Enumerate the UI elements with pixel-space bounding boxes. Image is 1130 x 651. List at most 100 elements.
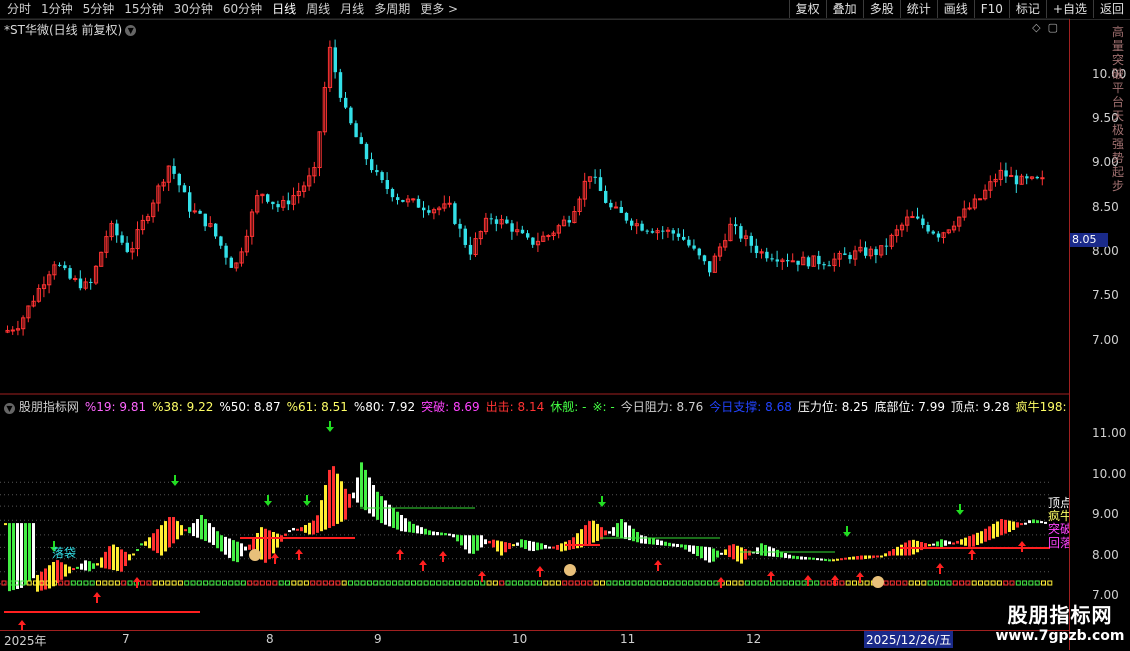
price-tick-label: 10.00: [1092, 67, 1127, 81]
indicator-bar: [776, 549, 779, 558]
candle-body: [604, 190, 608, 203]
watermark-logo: 股朋指标网 www.7gpzb.com: [995, 603, 1125, 644]
signal-square: [637, 580, 643, 586]
signal-square: [335, 580, 341, 586]
signal-square: [184, 580, 190, 586]
indicator-bar: [108, 546, 111, 570]
indicator-bar: [452, 534, 455, 538]
indicator-bar: [160, 525, 163, 556]
indicator-bar: [472, 535, 475, 554]
signal-square: [1015, 580, 1021, 586]
indicator-bar: [152, 533, 155, 551]
indicator-bar: [528, 540, 531, 551]
candle-body: [63, 265, 67, 269]
signal-square: [297, 580, 303, 586]
price-tick-label: 9.00: [1092, 155, 1119, 169]
indicator-bar: [900, 544, 903, 556]
signal-square: [329, 580, 335, 586]
signal-square: [348, 580, 353, 586]
signal-square: [291, 580, 297, 586]
indicator-bar: [120, 549, 123, 572]
signal-square: [593, 580, 599, 586]
signal-square: [1022, 580, 1028, 586]
indicator-bar: [652, 538, 655, 545]
signal-square: [694, 580, 700, 586]
candle-body: [613, 206, 619, 209]
indicator-bar: [184, 529, 187, 532]
indicator-bar: [224, 536, 227, 555]
candle-body: [775, 259, 779, 262]
indicator-bar: [864, 555, 867, 560]
indicator-bar: [408, 521, 411, 533]
signal-square: [316, 580, 322, 586]
indicator-bar: [84, 560, 87, 571]
candle-body: [676, 233, 681, 237]
indicator-label-fengniu: 疯牛: [1048, 508, 1070, 523]
indicator-bar: [188, 527, 191, 534]
signal-square: [165, 580, 171, 586]
signal-square: [927, 580, 933, 586]
signal-square: [58, 580, 64, 586]
signal-square: [278, 580, 284, 586]
indicator-bar: [96, 563, 99, 566]
indicator-bar: [480, 535, 483, 548]
candle-body: [68, 268, 72, 279]
candle-body: [198, 210, 202, 214]
indicator-bar: [936, 541, 939, 547]
date-label: 11: [620, 632, 636, 646]
candle-body: [224, 245, 228, 258]
candle-body: [489, 218, 493, 220]
candle-body: [708, 261, 712, 273]
candle-body: [765, 251, 769, 259]
buy-arrow-icon: [478, 571, 486, 582]
indicator-bar: [352, 492, 355, 499]
signal-square: [209, 580, 215, 586]
indicator-bar: [20, 523, 23, 588]
indicator-bar: [768, 546, 771, 557]
indicator-bar: [312, 520, 315, 535]
date-label: 9: [374, 632, 382, 646]
tool-button-8[interactable]: 返回: [1092, 0, 1130, 18]
signal-square: [700, 580, 706, 586]
chart-canvas[interactable]: 顶点疯牛突破回落落袋: [0, 0, 1070, 650]
signal-square: [675, 580, 681, 586]
candle-body: [338, 72, 343, 98]
indicator-bar: [168, 517, 171, 548]
signal-square: [839, 580, 845, 586]
signal-square: [776, 580, 782, 586]
candle-body: [78, 278, 83, 289]
signal-square: [373, 580, 379, 586]
indicator-bar: [468, 535, 471, 554]
indicator-bar: [692, 545, 695, 554]
candle-body: [916, 216, 920, 219]
indicator-bar: [192, 523, 195, 537]
indicator-bar: [460, 535, 463, 546]
candle-body: [702, 255, 707, 262]
indicator-bar: [592, 520, 595, 543]
candle-body: [1009, 174, 1014, 177]
signal-square: [511, 580, 517, 586]
signal-square: [83, 580, 89, 586]
indicator-bar: [980, 531, 983, 544]
sell-arrow-icon: [171, 475, 179, 486]
indicator-bar: [660, 540, 663, 546]
indicator-bar: [68, 566, 71, 574]
indicator-bar: [760, 543, 763, 556]
indicator-tick-label: 9.00: [1092, 507, 1119, 521]
indicator-bar: [588, 521, 591, 545]
indicator-bar: [424, 528, 427, 535]
indicator-bar: [796, 556, 799, 560]
signal-square: [763, 580, 769, 586]
candle-body: [786, 260, 790, 262]
buy-arrow-icon: [419, 560, 427, 571]
candle-body: [806, 257, 811, 267]
candle-body: [936, 233, 941, 238]
candle-body: [874, 249, 878, 255]
indicator-bar: [992, 523, 995, 539]
candle-body: [463, 228, 467, 245]
signal-square: [600, 580, 605, 586]
price-tick-label: 7.00: [1092, 333, 1119, 347]
signal-square: [303, 580, 309, 586]
signal-square: [379, 580, 385, 586]
candle-body: [567, 220, 571, 223]
